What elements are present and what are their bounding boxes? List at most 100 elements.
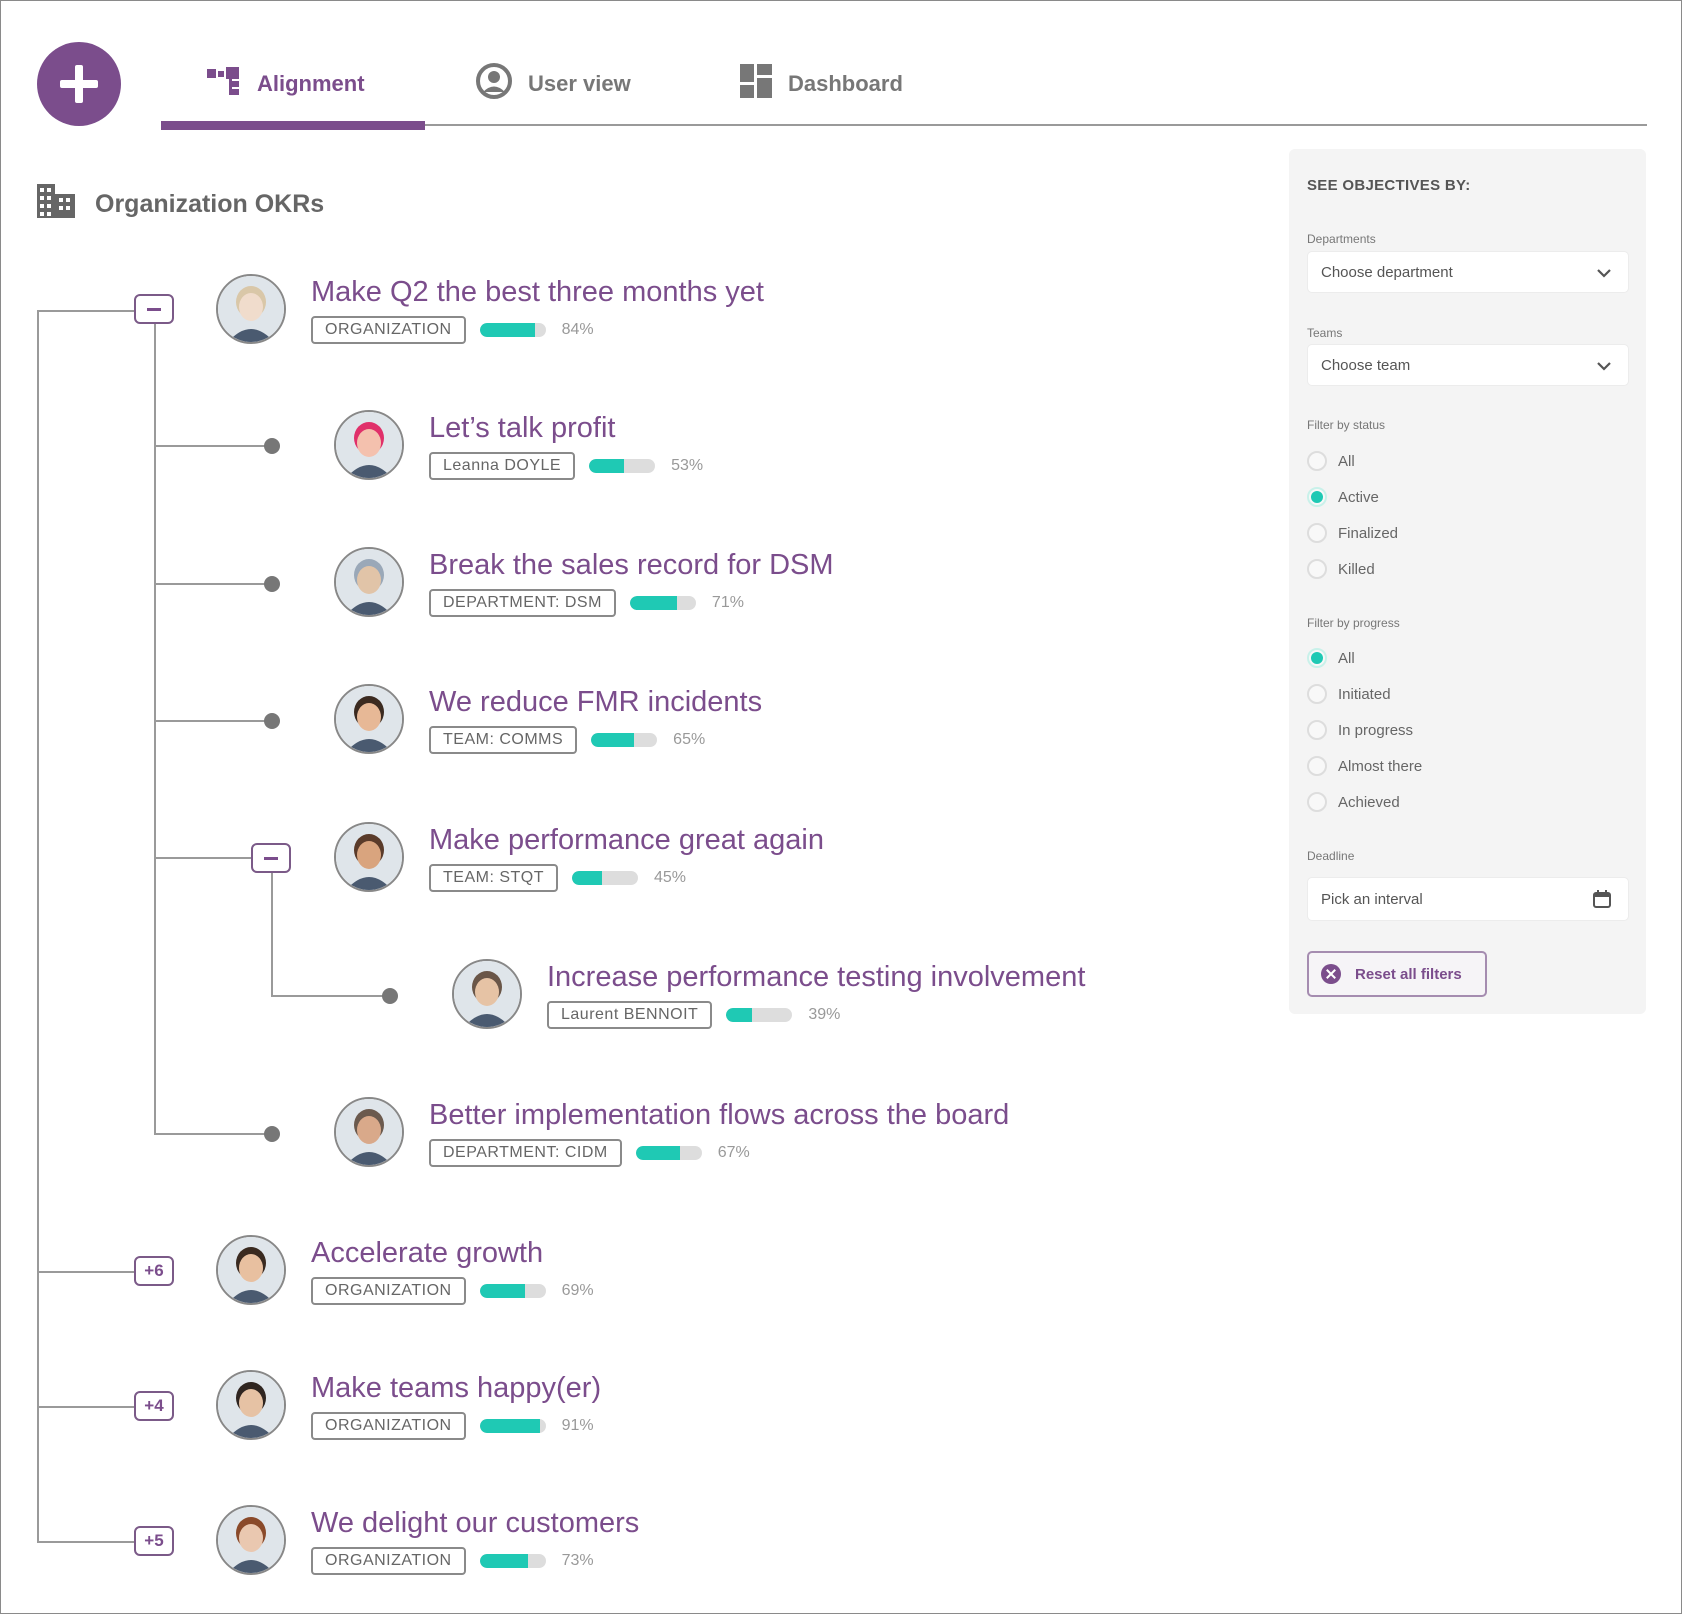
- radio-label: Finalized: [1338, 524, 1399, 542]
- tree-branch: [154, 857, 251, 859]
- progress-bar-fill: [591, 733, 635, 747]
- okr-title[interactable]: Make teams happy(er): [311, 1372, 601, 1405]
- progress-bar-fill: [479, 323, 536, 337]
- reset-filters-button[interactable]: Reset all filters: [1307, 951, 1487, 997]
- deadline-label: Deadline: [1307, 849, 1355, 863]
- radio-button[interactable]: [1307, 756, 1327, 776]
- tree-node-dot: [382, 988, 398, 1004]
- progress-filter-option[interactable]: Initiated: [1307, 682, 1391, 706]
- expand-button[interactable]: +5: [134, 1526, 174, 1556]
- progress-bar-fill: [479, 1554, 528, 1568]
- tab-label: Dashboard: [788, 71, 903, 96]
- progress-filter-option[interactable]: All: [1307, 646, 1355, 670]
- progress-filter-option[interactable]: Achieved: [1307, 790, 1400, 814]
- tree-line-level2: [271, 872, 273, 996]
- okr-title[interactable]: Increase performance testing involvement: [547, 961, 1085, 994]
- radio-label: Initiated: [1338, 685, 1391, 703]
- team-select[interactable]: Choose team: [1307, 344, 1629, 386]
- status-filter-option[interactable]: Active: [1307, 485, 1379, 509]
- radio-label: In progress: [1338, 721, 1414, 739]
- radio-button[interactable]: [1307, 559, 1327, 579]
- avatar[interactable]: [216, 1370, 286, 1440]
- avatar[interactable]: [216, 1505, 286, 1575]
- radio-button[interactable]: [1307, 487, 1327, 507]
- radio-button[interactable]: [1307, 648, 1327, 668]
- progress-filter-option[interactable]: Almost there: [1307, 754, 1422, 778]
- filter-panel: SEE OBJECTIVES BY: Departments Choose de…: [1289, 149, 1646, 1014]
- expand-button[interactable]: +6: [134, 1256, 174, 1286]
- progress-bar: [479, 1284, 546, 1298]
- avatar[interactable]: [334, 410, 404, 480]
- avatar[interactable]: [334, 684, 404, 754]
- okr-title[interactable]: Let’s talk profit: [429, 412, 615, 445]
- tree-branch: [37, 310, 134, 312]
- progress-filter-option[interactable]: In progress: [1307, 718, 1413, 742]
- progress-percent: 67%: [717, 1144, 750, 1161]
- avatar[interactable]: [334, 547, 404, 617]
- radio-button[interactable]: [1307, 792, 1327, 812]
- tab-user-view[interactable]: User view: [476, 63, 631, 104]
- radio-label: All: [1338, 649, 1355, 667]
- owner-tag: ORGANIZATION: [311, 316, 466, 344]
- progress-percent: 65%: [673, 731, 706, 748]
- deadline-input[interactable]: Pick an interval: [1307, 877, 1629, 921]
- progress-bar: [589, 459, 656, 473]
- okr-title[interactable]: We reduce FMR incidents: [429, 686, 762, 719]
- tab-label: Alignment: [257, 71, 365, 96]
- reset-filters-label: Reset all filters: [1355, 965, 1462, 983]
- tree-node-dot: [264, 713, 280, 729]
- status-filter-option[interactable]: Finalized: [1307, 521, 1398, 545]
- progress-bar-fill: [479, 1419, 540, 1433]
- progress-percent: 91%: [561, 1417, 594, 1434]
- deadline-placeholder: Pick an interval: [1321, 890, 1423, 908]
- collapse-button[interactable]: [251, 843, 291, 873]
- okr-title[interactable]: Better implementation flows across the b…: [429, 1099, 1009, 1132]
- section-title: Organization OKRs: [37, 183, 325, 225]
- avatar[interactable]: [334, 822, 404, 892]
- progress-bar-fill: [589, 459, 625, 473]
- radio-label: Killed: [1338, 560, 1375, 578]
- avatar[interactable]: [452, 959, 522, 1029]
- tab-dashboard[interactable]: Dashboard: [740, 64, 903, 104]
- collapse-button[interactable]: [134, 294, 174, 324]
- radio-button[interactable]: [1307, 451, 1327, 471]
- okr-title[interactable]: We delight our customers: [311, 1507, 639, 1540]
- radio-button[interactable]: [1307, 523, 1327, 543]
- progress-percent: 73%: [561, 1552, 594, 1569]
- progress-bar: [479, 323, 546, 337]
- avatar[interactable]: [334, 1097, 404, 1167]
- okr-title[interactable]: Make performance great again: [429, 824, 824, 857]
- owner-tag: ORGANIZATION: [311, 1412, 466, 1440]
- expand-button[interactable]: +4: [134, 1391, 174, 1421]
- tree-branch: [37, 1541, 134, 1543]
- progress-percent: 45%: [654, 869, 687, 886]
- okr-title[interactable]: Make Q2 the best three months yet: [311, 276, 764, 309]
- owner-tag: Leanna DOYLE: [429, 452, 576, 480]
- department-select[interactable]: Choose department: [1307, 251, 1629, 293]
- radio-button[interactable]: [1307, 684, 1327, 704]
- section-title-text: Organization OKRs: [95, 189, 325, 218]
- radio-label: Active: [1338, 488, 1379, 506]
- okr-title[interactable]: Accelerate growth: [311, 1237, 543, 1270]
- radio-label: Achieved: [1338, 793, 1400, 811]
- progress-bar: [629, 596, 696, 610]
- owner-tag: DEPARTMENT: DSM: [429, 589, 616, 617]
- tree-branch: [37, 1406, 134, 1408]
- tab-alignment[interactable]: Alignment: [207, 64, 365, 104]
- owner-tag: ORGANIZATION: [311, 1277, 466, 1305]
- progress-bar-fill: [479, 1284, 526, 1298]
- calendar-icon[interactable]: [1592, 889, 1612, 913]
- avatar[interactable]: [216, 1235, 286, 1305]
- progress-bar-fill: [629, 596, 677, 610]
- radio-button[interactable]: [1307, 720, 1327, 740]
- okr-title[interactable]: Break the sales record for DSM: [429, 549, 834, 582]
- avatar[interactable]: [216, 274, 286, 344]
- owner-tag: Laurent BENNOIT: [547, 1001, 713, 1029]
- owner-tag: TEAM: STQT: [429, 864, 558, 892]
- building-icon: [37, 183, 75, 225]
- add-objective-button[interactable]: [37, 42, 121, 126]
- tree-branch: [154, 445, 272, 447]
- status-filter-option[interactable]: Killed: [1307, 557, 1375, 581]
- owner-tag: TEAM: COMMS: [429, 726, 578, 754]
- status-filter-option[interactable]: All: [1307, 449, 1355, 473]
